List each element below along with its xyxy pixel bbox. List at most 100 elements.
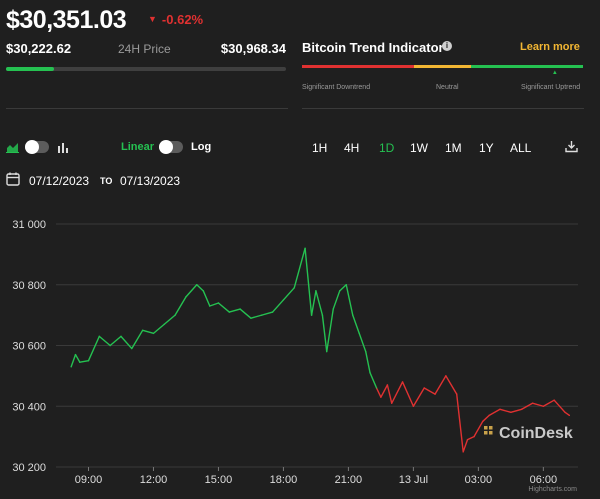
series-segment — [564, 411, 571, 417]
log-scale-label[interactable]: Log — [191, 141, 211, 153]
series-segment — [456, 393, 464, 453]
range-low: $30,222.62 — [6, 41, 72, 56]
timeframe-4h[interactable]: 4H — [344, 141, 359, 155]
series-segment — [510, 408, 523, 414]
data-point — [345, 284, 347, 286]
data-point — [98, 335, 100, 337]
data-point — [380, 396, 382, 398]
data-point — [282, 299, 285, 301]
series-segment — [74, 353, 81, 363]
data-point — [423, 387, 425, 389]
calendar-icon-graphic — [6, 172, 20, 186]
info-icon[interactable]: i — [442, 41, 452, 51]
data-point — [163, 323, 165, 325]
series-segment — [321, 314, 328, 353]
timeframe-1y[interactable]: 1Y — [479, 141, 494, 155]
series-segment — [315, 290, 324, 316]
series-segment — [196, 284, 204, 292]
series-segment — [271, 299, 285, 313]
data-point — [196, 284, 198, 286]
series-segment — [109, 335, 122, 347]
data-point — [521, 408, 523, 410]
bar-chart-icon-graphic — [58, 143, 68, 153]
data-point — [568, 414, 570, 416]
y-tick-label: 30 800 — [12, 280, 46, 292]
data-point — [293, 287, 295, 289]
data-point — [209, 305, 211, 307]
data-point — [217, 302, 220, 304]
timeframe-1d[interactable]: 1D — [379, 141, 394, 155]
data-point — [358, 332, 360, 334]
bar-chart-icon[interactable] — [57, 140, 68, 158]
data-point — [462, 451, 464, 453]
series-segment — [499, 408, 512, 414]
learn-more-link[interactable]: Learn more — [520, 41, 580, 53]
chart-type-toggle[interactable] — [25, 140, 49, 154]
series-segment — [217, 302, 230, 313]
trend-segment — [302, 65, 415, 68]
series-segment — [98, 335, 111, 347]
linear-scale-label[interactable]: Linear — [121, 141, 154, 153]
x-tick-label: 21:00 — [335, 474, 363, 486]
data-point — [542, 405, 544, 407]
series-segment — [141, 329, 155, 335]
divider — [302, 108, 584, 109]
series-segment — [310, 290, 317, 316]
scale-toggle[interactable] — [159, 140, 183, 154]
data-point — [531, 402, 534, 404]
series-segment — [380, 384, 389, 398]
timeframe-1m[interactable]: 1M — [445, 141, 462, 155]
x-axis-ticks: 09:00 12:00 15:00 18:00 21:00 13 Jul 03:00 06:0… — [75, 467, 557, 486]
data-point — [391, 402, 393, 404]
series-segment — [152, 323, 165, 335]
calendar-icon[interactable] — [6, 172, 20, 191]
date-from[interactable]: 07/12/2023 — [29, 174, 89, 188]
timeframe-1w[interactable]: 1W — [410, 141, 428, 155]
series-segment — [434, 375, 447, 395]
y-tick-label: 31 000 — [12, 219, 46, 231]
series-segment — [79, 359, 90, 363]
data-point — [87, 360, 90, 362]
data-point — [482, 420, 484, 423]
series-segment — [261, 311, 274, 316]
range-high: $30,968.34 — [220, 41, 286, 56]
area-chart-icon[interactable] — [6, 140, 19, 158]
toggle-knob — [25, 140, 39, 154]
data-point — [174, 314, 176, 316]
series-segment — [473, 420, 484, 438]
series-segment — [339, 284, 347, 292]
data-point — [271, 311, 274, 313]
series-segment — [174, 296, 187, 316]
series-segment — [209, 302, 220, 307]
timeframe-all[interactable]: ALL — [510, 141, 531, 155]
data-point — [152, 332, 155, 334]
series-segment — [423, 387, 436, 395]
data-point — [386, 384, 388, 386]
data-point — [456, 393, 458, 395]
series-segment — [185, 284, 198, 298]
data-point — [466, 439, 469, 441]
data-point — [228, 311, 230, 313]
data-point — [109, 344, 111, 347]
series-segment — [542, 399, 555, 407]
trend-label-downtrend: Significant Downtrend — [302, 84, 371, 91]
data-point — [445, 375, 447, 377]
data-point — [185, 296, 187, 298]
timeframe-1h[interactable]: 1H — [312, 141, 327, 155]
price-change: ▼ -0.62% — [148, 12, 203, 27]
series-segment — [375, 387, 382, 398]
toggle-knob — [159, 140, 173, 154]
y-tick-label: 30 200 — [12, 462, 46, 474]
data-point — [332, 308, 334, 310]
data-point — [326, 350, 328, 353]
series-segment — [391, 381, 404, 404]
data-point — [434, 393, 436, 395]
download-icon[interactable] — [565, 140, 578, 158]
area-chart-icon-graphic — [6, 143, 19, 153]
date-to[interactable]: 07/13/2023 — [120, 174, 180, 188]
data-point — [310, 314, 313, 316]
series-segment — [369, 372, 378, 389]
data-point — [369, 372, 371, 374]
data-point — [120, 335, 122, 337]
price-chart: 31 000 30 800 30 600 30 400 30 200 09:00 12:0… — [12, 219, 578, 493]
